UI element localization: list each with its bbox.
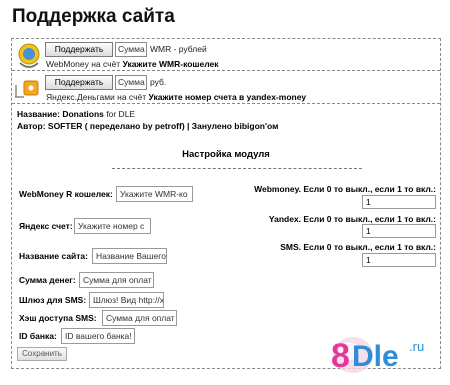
sms-hash-field[interactable]: Сумма для оплат	[102, 310, 177, 326]
yandex-support-button[interactable]: Поддержать	[45, 75, 113, 90]
webmoney-wallet-field[interactable]: Укажите WMR-ко	[116, 186, 193, 202]
yandex-currency: руб.	[150, 77, 167, 87]
webmoney-wallet-label: WebMoney R кошелек:	[19, 189, 113, 199]
yandex-desc-target: Укажите номер счета в yandex-money	[148, 92, 307, 102]
yandex-toggle-field[interactable]: 1	[362, 224, 436, 238]
sms-toggle-field[interactable]: 1	[362, 253, 436, 267]
logo-text: Dle	[352, 340, 399, 373]
yandex-toggle-label: Yandex. Если 0 то выкл., если 1 то вкл.:	[268, 214, 436, 224]
yandex-pay-row: Поддержать Сумма руб. Яндекс.Деньгами на…	[12, 72, 440, 104]
bank-id-field[interactable]: ID вашего банка!	[61, 328, 135, 344]
logo-digit: 8	[331, 337, 350, 375]
save-button[interactable]: Сохранить	[17, 347, 67, 361]
webmoney-support-button[interactable]: Поддержать	[45, 42, 113, 57]
webmoney-toggle-label: Webmoney. Если 0 то выкл., если 1 то вкл…	[254, 184, 436, 194]
module-name-label: Название	[17, 109, 58, 119]
amount-label: Сумма денег:	[19, 275, 76, 285]
module-author-value: SOFTER ( переделано by petroff) | Зануле…	[47, 121, 279, 131]
webmoney-toggle-field[interactable]: 1	[362, 195, 436, 209]
settings-separator	[112, 168, 362, 169]
sms-toggle-label: SMS. Если 0 то выкл., если 1 то вкл.:	[280, 242, 436, 252]
settings-title: Настройка модуля	[182, 149, 270, 160]
module-author-label: Автор	[17, 121, 43, 131]
webmoney-desc-target: Укажите WMR-кошелек	[122, 59, 219, 69]
amount-field[interactable]: Сумма для оплат	[79, 272, 154, 288]
module-name-suffix: for DLE	[106, 109, 136, 119]
logo-suffix: .ru	[409, 339, 424, 354]
webmoney-pay-row: Поддержать Сумма WMR - рублей WebMoney н…	[12, 39, 440, 71]
webmoney-currency: WMR - рублей	[150, 44, 207, 54]
yandex-description: Яндекс.Деньгами на счёт Укажите номер сч…	[46, 92, 306, 102]
yandex-desc-prefix: Яндекс.Деньгами на счёт	[46, 92, 147, 102]
yandex-money-icon	[15, 80, 39, 98]
module-name-value: Donations	[62, 109, 104, 119]
sms-gateway-field[interactable]: Шлюз! Вид http://x	[89, 292, 164, 308]
bank-id-label: ID банка:	[19, 331, 57, 341]
donation-panel: Поддержать Сумма WMR - рублей WebMoney н…	[11, 38, 441, 369]
page-title: Поддержка сайта	[12, 6, 175, 27]
webmoney-sum-input[interactable]: Сумма	[115, 42, 147, 57]
module-name: Название: Donations for DLE	[17, 109, 136, 119]
yandex-account-label: Яндекс счет:	[19, 221, 73, 231]
site-name-field[interactable]: Название Вашего	[92, 248, 167, 264]
site-name-label: Название сайта:	[19, 251, 88, 261]
site-logo: 8 Dle .ru	[331, 337, 424, 375]
yandex-sum-input[interactable]: Сумма	[115, 75, 147, 90]
yandex-account-field[interactable]: Укажите номер с	[74, 218, 151, 234]
webmoney-description: WebMoney на счёт Укажите WMR-кошелек	[46, 59, 219, 69]
webmoney-icon	[18, 43, 40, 68]
webmoney-desc-prefix: WebMoney на счёт	[46, 59, 121, 69]
sms-gateway-label: Шлюз для SMS:	[19, 295, 87, 305]
module-author: Автор: SOFTER ( переделано by petroff) |…	[17, 121, 279, 131]
sms-hash-label: Хэш доступа SMS:	[19, 313, 97, 323]
